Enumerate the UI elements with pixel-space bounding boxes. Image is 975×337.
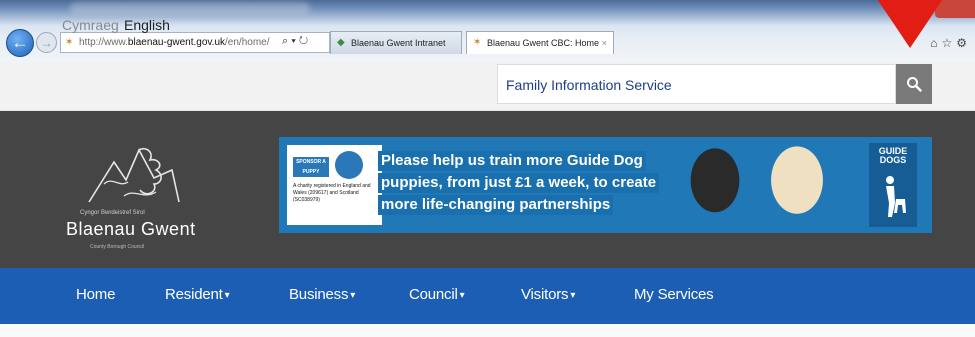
caret-down-icon: ▾ [570, 289, 576, 301]
nav-item-visitors[interactable]: Visitors ▾ [521, 286, 575, 303]
nav-item-label: Resident [165, 286, 223, 303]
guide-dogs-logo: GUIDE DOGS [869, 143, 917, 227]
forward-button[interactable]: → [36, 32, 57, 53]
nav-item-label: Business [289, 286, 349, 303]
nav-item-business[interactable]: Business ▾ [289, 286, 355, 303]
url-path: /en/home/ [225, 37, 270, 48]
lang-welsh-link[interactable]: Cymraeg [62, 17, 119, 33]
tab-home[interactable]: ✶ Blaenau Gwent CBC: Home × [466, 31, 614, 54]
guide-dogs-brand: GUIDE DOGS [878, 146, 908, 165]
tab-label: Blaenau Gwent Intranet [351, 38, 446, 48]
window-titlebar [70, 2, 310, 14]
caret-down-icon: ▾ [224, 289, 230, 301]
sponsor-badge: SPONSOR A PUPPY [293, 157, 329, 177]
tab-favicon-icon: ✶ [473, 37, 482, 48]
tab-favicon-icon: ◆ [337, 37, 345, 48]
page-content-area [0, 324, 975, 337]
nav-item-label: Council [409, 286, 458, 303]
search-button[interactable] [896, 64, 932, 104]
back-button[interactable]: ← [6, 29, 34, 57]
paw-icon [335, 151, 363, 179]
nav-item-my-services[interactable]: My Services [634, 286, 714, 303]
ad-sponsor-panel: SPONSOR A PUPPY A charity registered in … [287, 145, 382, 225]
nav-item-resident[interactable]: Resident ▾ [165, 286, 230, 303]
nav-item-council[interactable]: Council ▾ [409, 286, 465, 303]
address-controls[interactable]: ⌕ ▾ ↻ [282, 35, 308, 48]
logo-subtitle: County Borough Council [90, 244, 145, 250]
forward-arrow-icon: → [40, 35, 53, 50]
dragon-mountain-logo-icon [88, 147, 180, 203]
search-icon [907, 77, 922, 92]
caret-down-icon: ▾ [350, 289, 356, 301]
nav-item-label: My Services [634, 286, 714, 303]
black-puppy-image [684, 147, 746, 221]
url-prefix: http://www. [79, 37, 128, 48]
guide-dog-person-icon [886, 176, 906, 217]
search-input[interactable]: Family Information Service [497, 64, 896, 104]
ad-charity-text: A charity registered in England and Wale… [293, 183, 371, 203]
ad-headline-line: more life-changing partnerships [378, 195, 614, 215]
site-favicon-icon: ✶ [65, 36, 74, 48]
annotation-arrow-icon [875, 0, 945, 48]
main-navigation: Home Resident ▾ Business ▾ Council ▾ Visito… [0, 268, 975, 324]
ad-headline-line: puppies, from just £1 a week, to create [378, 173, 660, 193]
yellow-puppy-image [764, 145, 830, 223]
nav-item-label: Home [76, 286, 116, 303]
tab-intranet[interactable]: ◆ Blaenau Gwent Intranet [330, 31, 462, 54]
search-input-value: Family Information Service [506, 77, 672, 93]
gear-icon[interactable]: ⚙ [956, 36, 971, 50]
nav-item-label: Visitors [521, 286, 569, 303]
tab-close-icon[interactable]: × [602, 38, 607, 48]
logo-title: Blaenau Gwent [66, 219, 196, 239]
ad-headline-line: Please help us train more Guide Dog [378, 151, 646, 171]
lang-english-link[interactable]: English [124, 17, 170, 33]
back-arrow-icon: ← [11, 33, 29, 52]
guide-dogs-advert[interactable]: SPONSOR A PUPPY A charity registered in … [279, 137, 932, 233]
tab-label: Blaenau Gwent CBC: Home [487, 38, 600, 48]
logo-welsh-name: Cyngor Bwrdeistref Sirol [80, 210, 145, 216]
caret-down-icon: ▾ [459, 289, 465, 301]
nav-item-home[interactable]: Home [76, 286, 115, 303]
council-logo[interactable]: Cyngor Bwrdeistref Sirol Blaenau Gwent C… [66, 140, 226, 260]
url-domain: blaenau-gwent.gov.uk [127, 37, 226, 48]
